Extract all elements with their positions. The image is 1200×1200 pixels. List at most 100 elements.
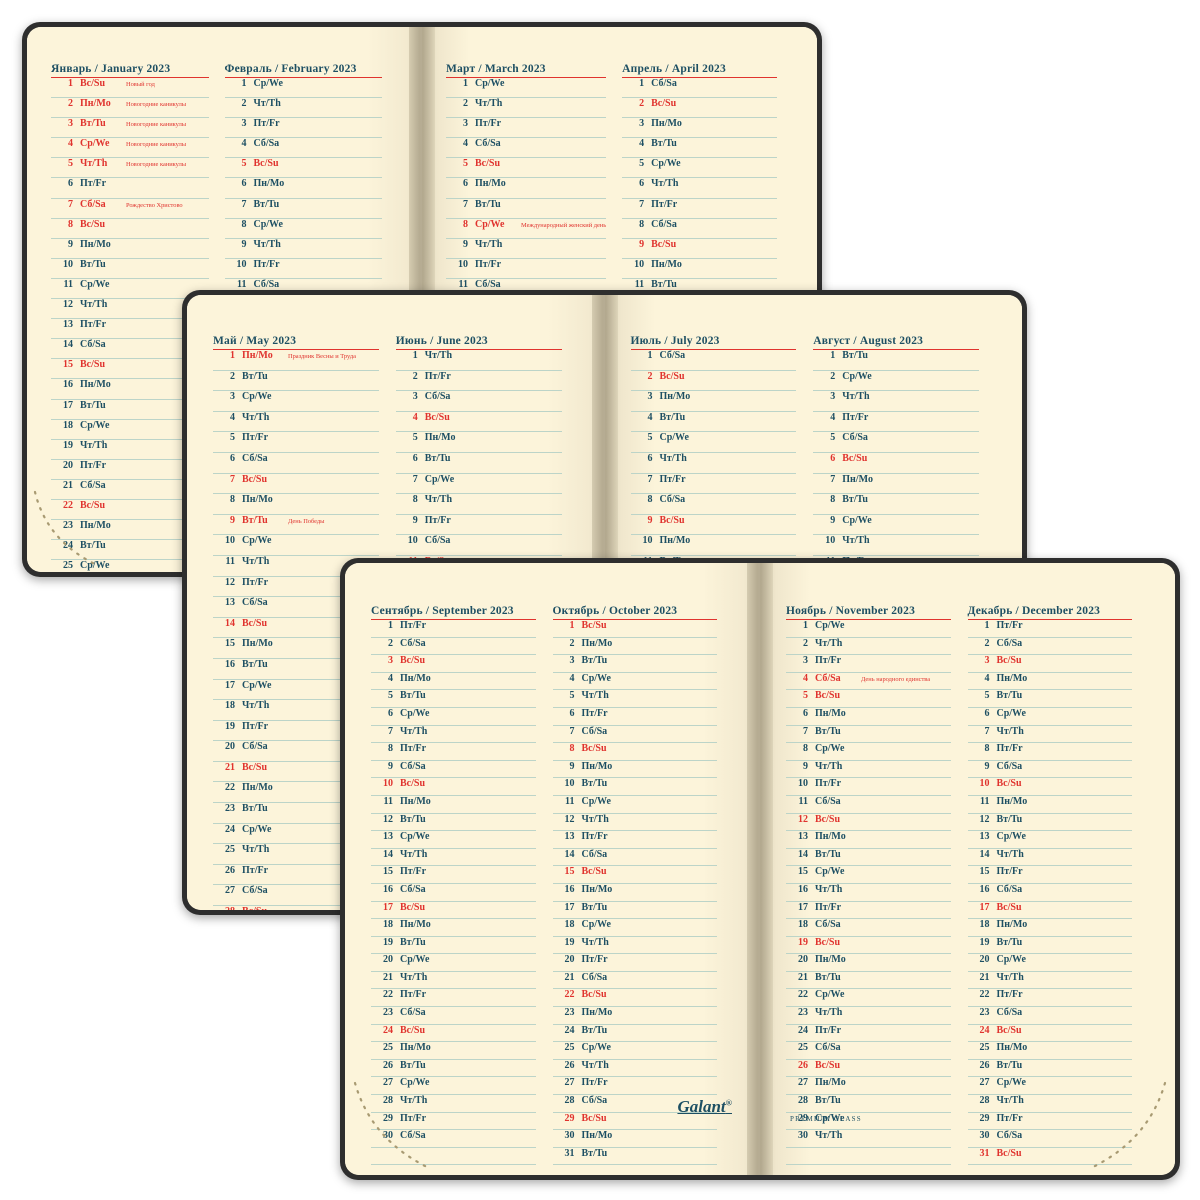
day-row[interactable]: 26 Чт/Th <box>552 1060 717 1078</box>
day-row[interactable]: 13 Ср/We <box>371 831 536 849</box>
day-row[interactable]: 10 Чт/Th <box>813 535 979 556</box>
day-row[interactable]: 5 Вт/Tu <box>371 690 536 708</box>
day-row[interactable]: 20 Ср/We <box>371 954 536 972</box>
day-row[interactable]: 4 Сб/Sa <box>446 138 607 159</box>
day-row[interactable]: 4 Вт/Tu <box>622 138 777 159</box>
day-row[interactable]: 1 Сб/Sa <box>622 78 777 99</box>
day-row[interactable]: 9 Ср/We <box>813 515 979 536</box>
day-row[interactable]: 27 Пт/Fr <box>552 1077 717 1096</box>
day-row[interactable]: 25 Сб/Sa <box>786 1042 951 1060</box>
day-row[interactable]: 9 Пн/Mo <box>51 239 209 259</box>
day-row[interactable]: 7 Пт/Fr <box>622 199 777 219</box>
day-row[interactable]: 6 Пт/Fr <box>51 178 209 199</box>
day-row[interactable]: 29 Пт/Fr <box>371 1113 536 1131</box>
day-row[interactable]: 27 Пн/Mo <box>786 1077 951 1096</box>
notebook-spread-sep-dec[interactable]: Сентябрь / September 2023 1 Пт/Fr 2 Сб/Sa 3 Вс… <box>340 558 1180 1180</box>
day-row[interactable]: 5 Вс/Su <box>224 158 382 179</box>
day-row[interactable]: 21 Вт/Tu <box>786 972 951 990</box>
day-row[interactable]: 22 Ср/We <box>786 989 951 1008</box>
day-row[interactable]: 22 Пт/Fr <box>371 989 536 1008</box>
day-row[interactable]: 7 Пт/Fr <box>630 474 797 495</box>
day-row[interactable]: 6 Ср/We <box>371 708 536 726</box>
day-row[interactable]: 1 Сб/Sa <box>630 350 797 371</box>
day-row[interactable]: 17 Пт/Fr <box>786 902 951 920</box>
day-row[interactable]: 16 Чт/Th <box>786 884 951 902</box>
day-row[interactable]: 1 Пт/Fr <box>371 620 536 638</box>
day-row[interactable]: 7 Вт/Tu <box>786 726 951 744</box>
day-row[interactable]: 2 Вт/Tu <box>213 371 379 392</box>
day-row[interactable]: 7 Вт/Tu <box>224 199 382 219</box>
day-row[interactable]: 3 Вс/Su <box>371 655 536 673</box>
day-row[interactable]: 6 Чт/Th <box>622 178 777 199</box>
day-row[interactable]: 6 Пн/Mo <box>446 178 607 199</box>
day-row[interactable]: 23 Сб/Sa <box>371 1007 536 1025</box>
day-row[interactable]: 12 Вс/Su <box>786 814 951 832</box>
day-row[interactable]: 3 Вт/Tu Новогодние каникулы <box>51 118 209 139</box>
day-row[interactable]: 16 Пн/Mo <box>552 884 717 902</box>
day-row[interactable]: 15 Вс/Su <box>552 866 717 884</box>
day-row[interactable]: 10 Пн/Mo <box>622 259 777 279</box>
day-row[interactable]: 25 Ср/We <box>552 1042 717 1060</box>
day-row[interactable]: 21 Чт/Th <box>967 972 1132 990</box>
day-row[interactable]: 25 Пн/Mo <box>967 1042 1132 1060</box>
day-row[interactable]: 21 Сб/Sa <box>552 972 717 990</box>
day-row[interactable]: 8 Ср/We <box>786 743 951 761</box>
day-row[interactable]: 6 Вт/Tu <box>395 453 562 474</box>
day-row[interactable]: 15 Пт/Fr <box>967 866 1132 884</box>
day-row[interactable]: 8 Сб/Sa <box>622 219 777 239</box>
day-row[interactable]: 27 Ср/We <box>371 1077 536 1096</box>
day-row[interactable]: 1 Вт/Tu <box>813 350 979 371</box>
day-row[interactable]: 1 Вс/Su <box>552 620 717 638</box>
day-row[interactable]: 10 Сб/Sa <box>395 535 562 556</box>
day-row[interactable]: 10 Пт/Fr <box>446 259 607 279</box>
day-row[interactable]: 30 Чт/Th <box>786 1130 951 1148</box>
day-row[interactable]: 9 Пн/Mo <box>552 761 717 779</box>
day-row[interactable]: 7 Чт/Th <box>967 726 1132 744</box>
day-row[interactable]: 1 Пт/Fr <box>967 620 1132 638</box>
day-row[interactable]: 19 Вт/Tu <box>967 937 1132 955</box>
day-row[interactable]: 26 Вс/Su <box>786 1060 951 1078</box>
day-row[interactable]: 13 Пт/Fr <box>552 831 717 849</box>
day-row[interactable]: 18 Сб/Sa <box>786 919 951 937</box>
day-row[interactable]: 16 Сб/Sa <box>371 884 536 902</box>
day-row[interactable]: 2 Чт/Th <box>224 98 382 119</box>
day-row[interactable]: 7 Вс/Su <box>213 474 379 495</box>
day-row[interactable]: 21 Чт/Th <box>371 972 536 990</box>
day-row[interactable]: 27 Ср/We <box>967 1077 1132 1096</box>
day-row[interactable]: 9 Пт/Fr <box>395 515 562 536</box>
day-row[interactable]: 14 Чт/Th <box>371 849 536 867</box>
day-row[interactable]: 18 Пн/Mo <box>371 919 536 937</box>
day-row[interactable]: 12 Чт/Th <box>552 814 717 832</box>
day-row[interactable]: 2 Вс/Su <box>622 98 777 119</box>
day-row[interactable]: 1 Ср/We <box>224 78 382 99</box>
day-row[interactable]: 7 Ср/We <box>395 474 562 495</box>
day-row[interactable]: 10 Пт/Fr <box>224 259 382 279</box>
day-row[interactable]: 3 Вт/Tu <box>552 655 717 673</box>
day-row[interactable]: 17 Вс/Su <box>371 902 536 920</box>
day-row[interactable]: 17 Вт/Tu <box>552 902 717 920</box>
day-row[interactable]: 6 Пн/Mo <box>786 708 951 726</box>
day-row[interactable]: 28 Чт/Th <box>967 1095 1132 1113</box>
day-row[interactable]: 10 Ср/We <box>213 535 379 556</box>
day-row[interactable]: 20 Пт/Fr <box>552 954 717 972</box>
day-row[interactable]: 22 Вс/Su <box>552 989 717 1008</box>
day-row[interactable]: 4 Сб/Sa <box>224 138 382 159</box>
day-row[interactable]: 24 Вс/Su <box>967 1025 1132 1043</box>
day-row[interactable]: 19 Чт/Th <box>552 937 717 955</box>
day-row[interactable]: 8 Ср/We <box>224 219 382 239</box>
day-row[interactable]: 10 Вс/Su <box>967 778 1132 796</box>
day-row[interactable]: 2 Ср/We <box>813 371 979 392</box>
day-row[interactable]: 5 Сб/Sa <box>813 432 979 453</box>
day-row[interactable]: 14 Вт/Tu <box>786 849 951 867</box>
day-row[interactable]: 15 Ср/We <box>786 866 951 884</box>
day-row[interactable]: 8 Вс/Su <box>51 219 209 239</box>
day-row[interactable]: 4 Пн/Mo <box>371 673 536 691</box>
day-row[interactable]: 11 Пн/Mo <box>371 796 536 814</box>
day-row[interactable]: 10 Пн/Mo <box>630 535 797 556</box>
day-row[interactable]: 2 Вс/Su <box>630 371 797 392</box>
day-row[interactable]: 31 Вт/Tu <box>552 1148 717 1166</box>
day-row[interactable]: 20 Ср/We <box>967 954 1132 972</box>
day-row[interactable]: 12 Вт/Tu <box>967 814 1132 832</box>
day-row[interactable]: 6 Ср/We <box>967 708 1132 726</box>
day-row[interactable]: 2 Чт/Th <box>786 638 951 656</box>
